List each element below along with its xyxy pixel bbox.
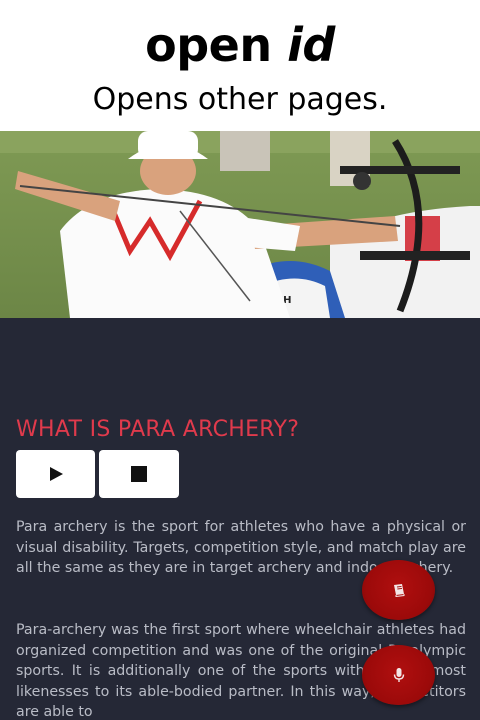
read-aloud-button[interactable] bbox=[362, 560, 435, 620]
caption-title-word2: id bbox=[287, 18, 335, 72]
play-button[interactable] bbox=[16, 450, 95, 498]
caption-subtitle: Opens other pages. bbox=[92, 82, 388, 117]
stop-icon bbox=[131, 466, 147, 482]
section-heading: WHAT IS PARA ARCHERY? bbox=[16, 416, 300, 442]
mic-icon bbox=[393, 668, 404, 682]
caption-title: open id bbox=[0, 18, 480, 72]
voice-input-button[interactable] bbox=[362, 645, 435, 705]
caption-banner: open id Opens other pages. bbox=[0, 0, 480, 131]
book-icon bbox=[393, 584, 404, 597]
hero-image: KLICH bbox=[0, 131, 480, 318]
play-icon bbox=[49, 467, 63, 481]
stop-button[interactable] bbox=[99, 450, 179, 498]
caption-title-word1: open bbox=[145, 18, 272, 72]
archery-photo: KLICH bbox=[0, 131, 480, 318]
